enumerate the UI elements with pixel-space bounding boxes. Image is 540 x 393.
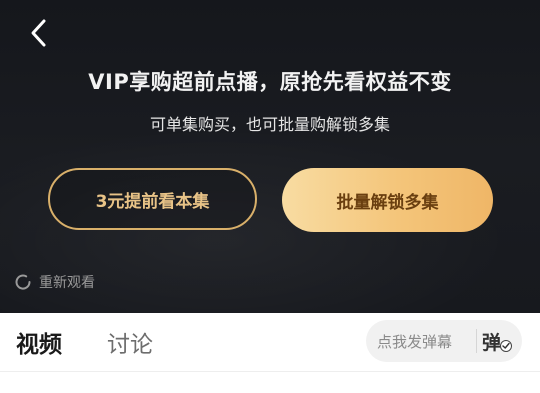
refresh-icon — [15, 274, 31, 290]
check-icon — [500, 340, 512, 352]
danmaku-placeholder: 点我发弹幕 — [377, 333, 453, 351]
content-divider — [0, 371, 540, 372]
replay-button[interactable]: 重新观看 — [13, 271, 95, 293]
paywall-headline: VIP享购超前点播，原抢先看权益不变 — [88, 70, 452, 94]
danmaku-divider — [476, 329, 477, 353]
danmaku-toggle-button[interactable]: 弹 — [482, 326, 516, 356]
tab-bar: 视频 讨论 点我发弹幕 弹 — [0, 313, 540, 371]
danmaku-input[interactable]: 点我发弹幕 弹 — [366, 320, 522, 362]
replay-label: 重新观看 — [39, 275, 95, 291]
paywall-subline: 可单集购买，也可批量购解锁多集 — [149, 115, 390, 134]
bulk-unlock-button[interactable]: 批量解锁多集 — [282, 168, 493, 232]
buy-single-episode-button[interactable]: 3元提前看本集 — [48, 168, 257, 230]
back-button[interactable] — [22, 16, 56, 50]
tab-discuss[interactable]: 讨论 — [107, 325, 153, 359]
tab-video[interactable]: 视频 — [16, 325, 62, 359]
chevron-left-icon — [31, 19, 46, 47]
video-page: VIP享购超前点播，原抢先看权益不变 可单集购买，也可批量购解锁多集 3元提前看… — [0, 0, 540, 393]
vip-paywall-panel: VIP享购超前点播，原抢先看权益不变 可单集购买，也可批量购解锁多集 3元提前看… — [0, 0, 540, 313]
danmaku-toggle-label: 弹 — [482, 332, 502, 354]
